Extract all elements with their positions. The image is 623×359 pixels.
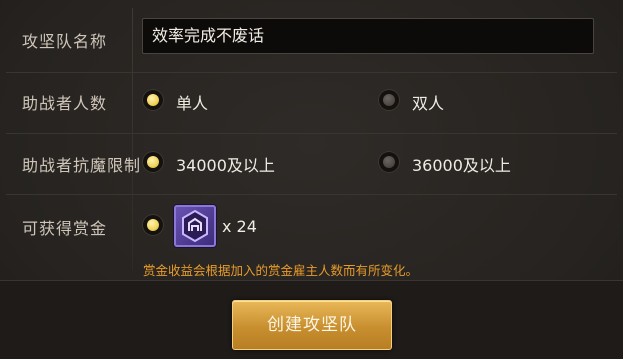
reward-radio[interactable]	[142, 214, 164, 236]
helper-count-single-radio[interactable]	[142, 89, 164, 111]
helper-count-double-label[interactable]: 双人	[412, 90, 444, 114]
team-name-input[interactable]: 效率完成不废话	[142, 18, 594, 54]
radio-selected-dot	[147, 156, 159, 168]
resist-limit-label: 助战者抗魔限制	[22, 156, 142, 175]
radio-selected-dot	[147, 219, 159, 231]
resist-limit-36000-label[interactable]: 36000及以上	[412, 152, 511, 176]
helper-count-single-label[interactable]: 单人	[176, 90, 208, 114]
radio-selected-dot	[147, 94, 159, 106]
resist-limit-34000-radio[interactable]	[142, 151, 164, 173]
bounty-emblem-icon	[174, 205, 216, 247]
row-separator	[6, 133, 617, 134]
helper-count-label: 助战者人数	[22, 94, 108, 113]
label-column-divider	[132, 8, 133, 270]
radio-unselected-dot	[383, 156, 395, 168]
row-separator	[6, 194, 617, 195]
helper-count-double-radio[interactable]	[378, 89, 400, 111]
resist-limit-34000-label[interactable]: 34000及以上	[176, 152, 275, 176]
team-name-label: 攻坚队名称	[22, 32, 108, 51]
reward-label: 可获得赏金	[22, 219, 108, 238]
create-team-button[interactable]: 创建攻坚队	[232, 300, 392, 350]
reward-notice: 赏金收益会根据加入的赏金雇主人数而有所变化。	[143, 263, 419, 278]
reward-count: x 24	[222, 217, 257, 236]
resist-limit-36000-radio[interactable]	[378, 151, 400, 173]
create-team-panel: 攻坚队名称 效率完成不废话 助战者人数 单人 双人 助战者抗魔限制 34000及…	[0, 0, 623, 359]
row-separator	[6, 72, 617, 73]
radio-unselected-dot	[383, 94, 395, 106]
